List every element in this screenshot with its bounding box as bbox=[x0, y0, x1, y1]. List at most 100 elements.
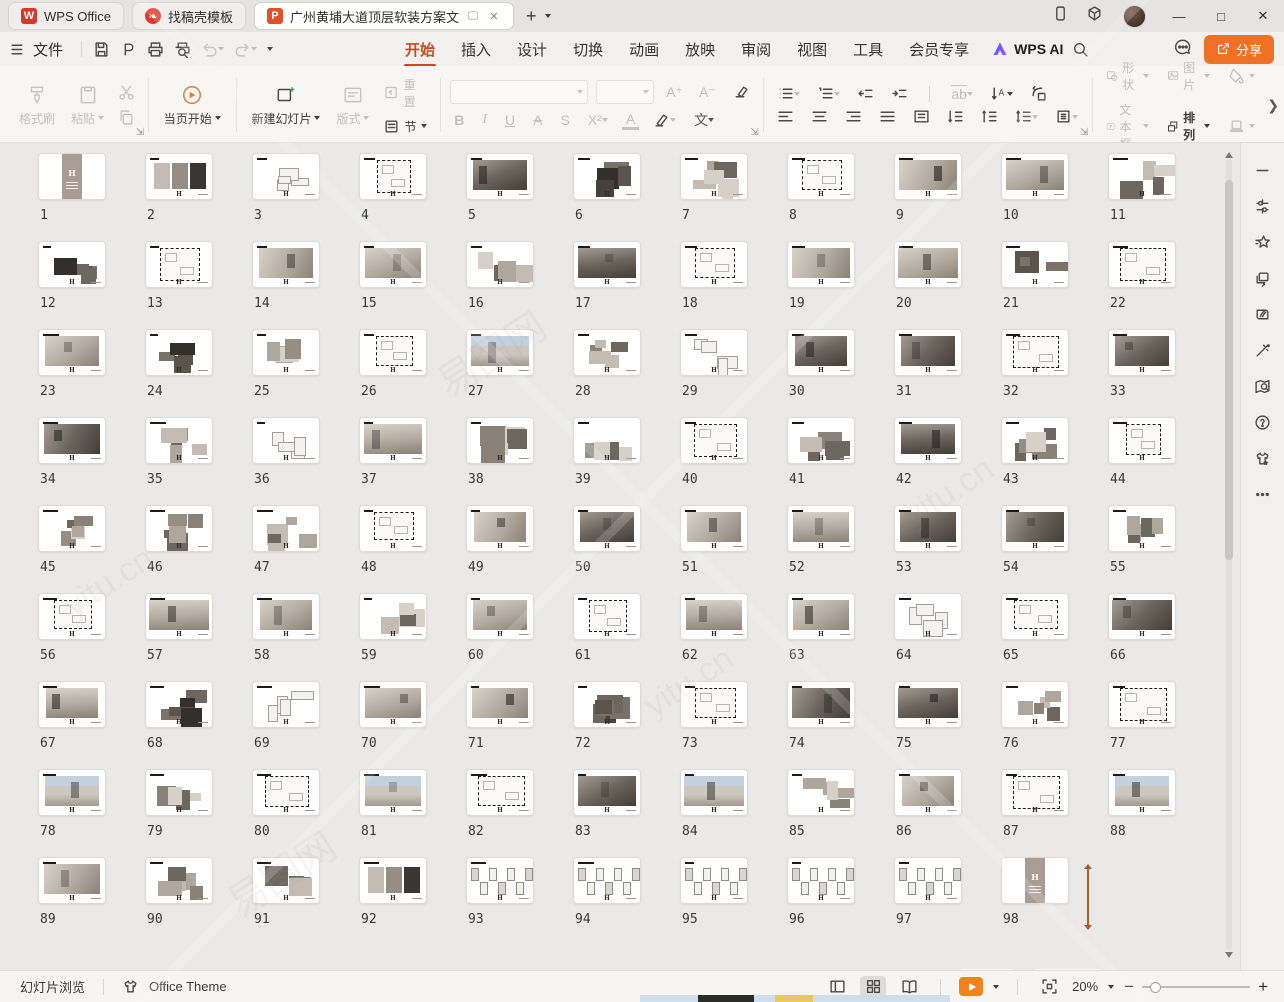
menu-item-审阅[interactable]: 审阅 bbox=[732, 35, 780, 64]
bold-button[interactable]: B bbox=[450, 112, 468, 128]
slide-thumbnail-71[interactable]: H bbox=[466, 681, 534, 728]
ribbon-expand-chevron-icon[interactable]: ❯ bbox=[1266, 72, 1280, 138]
tab-close-icon[interactable]: ✕ bbox=[487, 10, 501, 23]
slide-thumbnail-96[interactable]: H bbox=[787, 857, 855, 904]
numbered-list-button[interactable] bbox=[813, 85, 844, 102]
slide-thumbnail-73[interactable]: H bbox=[680, 681, 748, 728]
slide-thumbnail-70[interactable]: H bbox=[359, 681, 427, 728]
print-button[interactable] bbox=[144, 38, 167, 61]
new-slide-button[interactable]: 新建幻灯片 bbox=[246, 82, 325, 129]
slide-thumbnail-45[interactable]: H bbox=[38, 505, 106, 552]
zoom-knob[interactable] bbox=[1150, 982, 1161, 993]
slide-thumbnail-85[interactable]: H bbox=[787, 769, 855, 816]
mobile-device-icon[interactable] bbox=[1043, 5, 1077, 27]
slide-thumbnail-3[interactable]: H bbox=[252, 153, 320, 200]
reset-button[interactable]: 重置 bbox=[380, 75, 429, 111]
tab-template-store[interactable]: ❧ 找稿壳模板 bbox=[132, 2, 246, 30]
wps-ai-button[interactable]: WPS AI bbox=[992, 41, 1063, 57]
magic-wand-icon[interactable] bbox=[1252, 339, 1274, 361]
font-dialog-launcher-icon[interactable]: ⇲ bbox=[750, 127, 758, 138]
superscript-button[interactable]: X² bbox=[584, 112, 612, 128]
slide-thumbnail-72[interactable]: H bbox=[573, 681, 641, 728]
slide-thumbnail-2[interactable]: H bbox=[145, 153, 213, 200]
slide-thumbnail-44[interactable]: H bbox=[1108, 417, 1176, 464]
favorites-star-icon[interactable] bbox=[1252, 231, 1274, 253]
signature-icon[interactable] bbox=[1252, 303, 1274, 325]
convert-slides-icon[interactable] bbox=[1252, 267, 1274, 289]
slide-thumbnail-36[interactable]: H bbox=[252, 417, 320, 464]
slide-thumbnail-29[interactable]: H bbox=[680, 329, 748, 376]
slide-thumbnail-90[interactable]: H bbox=[145, 857, 213, 904]
slide-thumbnail-42[interactable]: H bbox=[894, 417, 962, 464]
underline-button[interactable]: U bbox=[501, 112, 519, 128]
slide-thumbnail-33[interactable]: H bbox=[1108, 329, 1176, 376]
slide-thumbnail-12[interactable]: H bbox=[38, 241, 106, 288]
slide-thumbnail-82[interactable]: H bbox=[466, 769, 534, 816]
copy-button[interactable] bbox=[115, 108, 138, 127]
slide-thumbnail-21[interactable]: H bbox=[1001, 241, 1069, 288]
file-menu-button[interactable]: 文件 bbox=[10, 39, 63, 60]
slide-thumbnail-35[interactable]: H bbox=[145, 417, 213, 464]
menu-item-会员专享[interactable]: 会员专享 bbox=[900, 35, 978, 64]
slide-thumbnail-67[interactable]: H bbox=[38, 681, 106, 728]
slide-thumbnail-53[interactable]: H bbox=[894, 505, 962, 552]
vertical-scrollbar[interactable] bbox=[1222, 143, 1236, 970]
font-size-select[interactable] bbox=[596, 80, 654, 104]
increase-indent-button[interactable] bbox=[887, 85, 912, 102]
picture-button[interactable]: 图片 bbox=[1164, 58, 1213, 94]
slide-thumbnail-86[interactable]: H bbox=[894, 769, 962, 816]
slide-sorter-canvas[interactable]: H1H2H3H4H5H6H7H8H9H10H11H12H13H14H15H16H… bbox=[0, 143, 1240, 970]
zoom-caret-icon[interactable] bbox=[1108, 985, 1114, 992]
section-button[interactable]: 节 bbox=[380, 117, 429, 136]
clear-format-icon[interactable] bbox=[728, 84, 753, 101]
menu-item-放映[interactable]: 放映 bbox=[676, 35, 724, 64]
outline-color-button[interactable] bbox=[1225, 117, 1258, 136]
customize-quick-access-caret-icon[interactable] bbox=[264, 41, 276, 57]
menu-item-视图[interactable]: 视图 bbox=[788, 35, 836, 64]
slide-thumbnail-88[interactable]: H bbox=[1108, 769, 1176, 816]
slide-thumbnail-6[interactable]: H bbox=[573, 153, 641, 200]
slide-thumbnail-89[interactable]: H bbox=[38, 857, 106, 904]
slide-thumbnail-92[interactable]: H bbox=[359, 857, 427, 904]
slide-thumbnail-87[interactable]: H bbox=[1001, 769, 1069, 816]
format-painter-button[interactable]: 格式刷 bbox=[14, 82, 60, 129]
slide-thumbnail-19[interactable]: H bbox=[787, 241, 855, 288]
zoom-level-label[interactable]: 20% bbox=[1072, 979, 1098, 994]
slide-thumbnail-94[interactable]: H bbox=[573, 857, 641, 904]
slide-thumbnail-97[interactable]: H bbox=[894, 857, 962, 904]
arrange-button[interactable]: 排列 bbox=[1164, 108, 1213, 144]
slide-thumbnail-24[interactable]: H bbox=[145, 329, 213, 376]
slide-thumbnail-49[interactable]: H bbox=[466, 505, 534, 552]
slide-thumbnail-25[interactable]: H bbox=[252, 329, 320, 376]
slide-thumbnail-47[interactable]: H bbox=[252, 505, 320, 552]
fit-to-window-button[interactable] bbox=[1036, 976, 1062, 998]
slide-thumbnail-43[interactable]: H bbox=[1001, 417, 1069, 464]
slide-thumbnail-60[interactable]: H bbox=[466, 593, 534, 640]
slide-thumbnail-65[interactable]: H bbox=[1001, 593, 1069, 640]
slide-thumbnail-63[interactable]: H bbox=[787, 593, 855, 640]
slide-thumbnail-23[interactable]: H bbox=[38, 329, 106, 376]
decrease-indent-button[interactable] bbox=[853, 85, 878, 102]
slide-thumbnail-10[interactable]: H bbox=[1001, 153, 1069, 200]
slide-thumbnail-95[interactable]: H bbox=[680, 857, 748, 904]
highlight-button[interactable] bbox=[649, 112, 680, 129]
slide-thumbnail-7[interactable]: H bbox=[680, 153, 748, 200]
print-preview-button[interactable] bbox=[171, 38, 194, 61]
line-spacing-button[interactable] bbox=[1011, 108, 1042, 125]
vertical-align-button[interactable] bbox=[1051, 108, 1082, 125]
slide-thumbnail-50[interactable]: H bbox=[573, 505, 641, 552]
slide-thumbnail-11[interactable]: H bbox=[1108, 153, 1176, 200]
slide-thumbnail-1[interactable]: H bbox=[38, 153, 106, 200]
slide-thumbnail-8[interactable]: H bbox=[787, 153, 855, 200]
paste-button[interactable]: 粘贴 bbox=[66, 82, 109, 129]
align-center-button[interactable] bbox=[807, 108, 832, 125]
slide-thumbnail-46[interactable]: H bbox=[145, 505, 213, 552]
slide-thumbnail-40[interactable]: H bbox=[680, 417, 748, 464]
layout-button[interactable]: 版式 bbox=[331, 82, 374, 129]
zoom-slider[interactable]: − + bbox=[1124, 978, 1268, 995]
export-pdf-button[interactable] bbox=[117, 38, 140, 61]
align-left-button[interactable] bbox=[773, 108, 798, 125]
zoom-out-icon[interactable]: − bbox=[1124, 978, 1134, 995]
convert-to-smartart-button[interactable] bbox=[1026, 85, 1051, 102]
settings-sliders-icon[interactable] bbox=[1252, 195, 1274, 217]
